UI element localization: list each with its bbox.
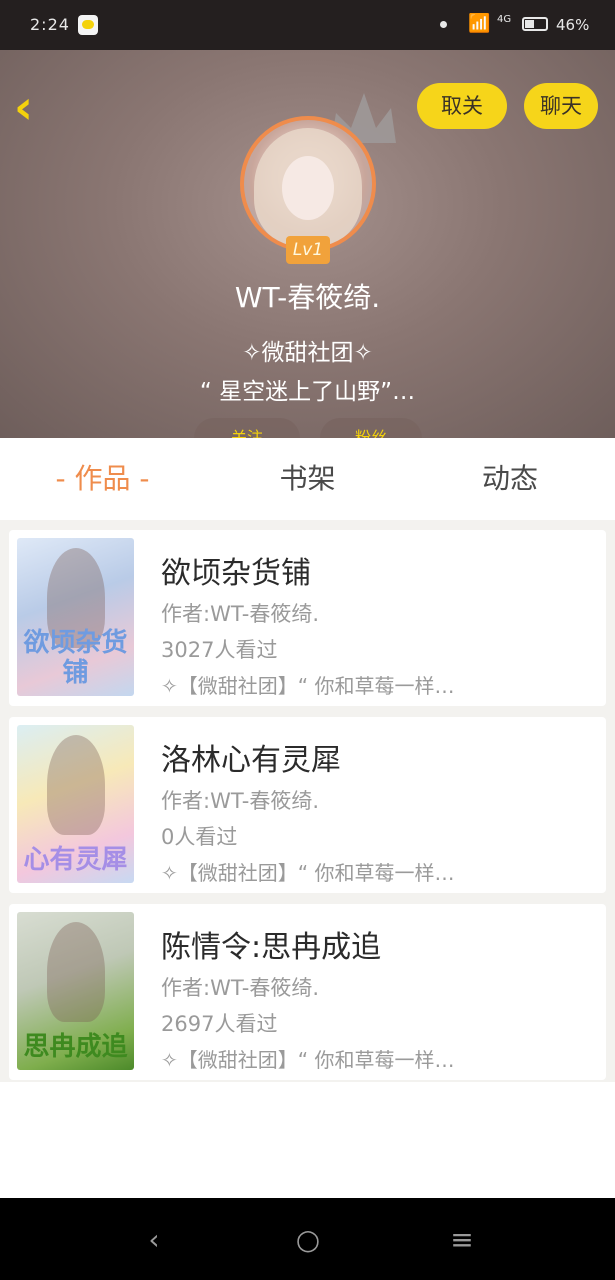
book-card[interactable]: 思冉成追 陈情令:思冉成追 作者:WT-春筱绮. 2697人看过 ✧【微甜社团】… <box>9 904 606 1080</box>
book-description: ✧【微甜社团】“ 你和草莓一样… <box>161 861 455 885</box>
book-title: 洛林心有灵犀 <box>161 743 341 778</box>
profile-header: ‹ 取关 聊天 Lv1 WT-春筱绮. ✧微甜社团✧ “ 星空迷上了山野”… 关… <box>0 50 615 438</box>
username: WT-春筱绮. <box>234 281 381 314</box>
notification-dot-icon <box>440 21 447 28</box>
chat-button[interactable]: 聊天 <box>524 83 598 129</box>
book-author: 作者:WT-春筱绮. <box>161 602 319 626</box>
book-card[interactable]: 欲顷杂货铺 欲顷杂货铺 作者:WT-春筱绮. 3027人看过 ✧【微甜社团】“ … <box>9 530 606 706</box>
tab-bookshelf[interactable]: 书架 <box>245 458 370 500</box>
fans-count-pill[interactable]: 粉丝 <box>320 418 422 438</box>
book-author: 作者:WT-春筱绮. <box>161 789 319 813</box>
back-button[interactable]: ‹ <box>14 82 54 132</box>
book-author: 作者:WT-春筱绮. <box>161 976 319 1000</box>
level-badge: Lv1 <box>286 236 330 264</box>
battery-icon <box>522 17 548 31</box>
book-title: 欲顷杂货铺 <box>161 556 311 591</box>
book-description: ✧【微甜社团】“ 你和草莓一样… <box>161 674 455 698</box>
book-cover: 思冉成追 <box>17 912 134 1070</box>
tab-bar: - 作品 - 书架 动态 <box>0 438 615 520</box>
following-count-pill[interactable]: 关注 <box>194 418 300 438</box>
works-list: 欲顷杂货铺 欲顷杂货铺 作者:WT-春筱绮. 3027人看过 ✧【微甜社团】“ … <box>0 520 615 1082</box>
cover-title: 心有灵犀 <box>23 845 128 875</box>
book-views: 0人看过 <box>161 825 238 849</box>
cover-title: 思冉成追 <box>23 1032 128 1062</box>
book-description: ✧【微甜社团】“ 你和草莓一样… <box>161 1048 455 1072</box>
nav-home-icon[interactable]: ○ <box>288 1220 328 1260</box>
book-card[interactable]: 心有灵犀 洛林心有灵犀 作者:WT-春筱绮. 0人看过 ✧【微甜社团】“ 你和草… <box>9 717 606 893</box>
tab-activity[interactable]: 动态 <box>445 458 575 500</box>
status-bar: 2:24 📶 4G 46% <box>0 0 615 50</box>
unfollow-button[interactable]: 取关 <box>417 83 507 129</box>
battery-percent: 46% <box>556 16 590 34</box>
club-name: ✧微甜社团✧ <box>242 340 373 366</box>
tab-works[interactable]: - 作品 - <box>30 458 175 500</box>
book-views: 2697人看过 <box>161 1012 278 1036</box>
bio-text: “ 星空迷上了山野”… <box>199 379 416 405</box>
book-cover: 心有灵犀 <box>17 725 134 883</box>
wifi-icon: 📶 <box>468 13 491 34</box>
nav-menu-icon[interactable]: ≡ <box>442 1220 482 1260</box>
avatar[interactable] <box>240 116 376 252</box>
cover-title: 欲顷杂货铺 <box>23 628 128 688</box>
book-title: 陈情令:思冉成追 <box>161 930 382 965</box>
notification-app-icon <box>78 15 98 35</box>
system-nav-bar: ‹ ○ ≡ <box>0 1198 615 1280</box>
book-views: 3027人看过 <box>161 638 278 662</box>
nav-back-icon[interactable]: ‹ <box>134 1220 174 1260</box>
status-time: 2:24 <box>30 15 70 34</box>
signal-4g-icon: 4G <box>497 14 512 25</box>
book-cover: 欲顷杂货铺 <box>17 538 134 696</box>
